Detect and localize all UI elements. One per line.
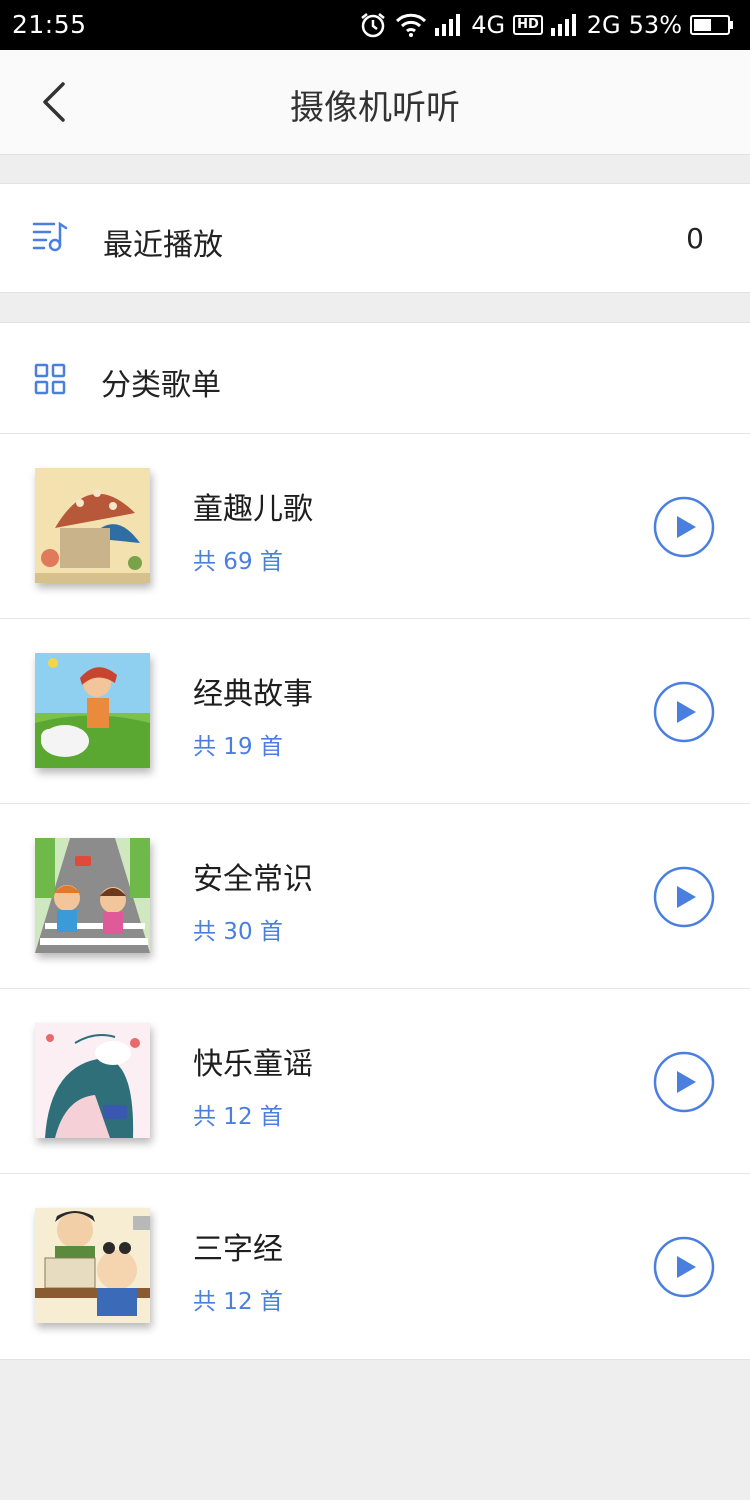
battery-icon [690,14,734,36]
playlist-title: 经典故事 [193,677,313,712]
network-2g-label: 2G [586,11,621,39]
category-playlists-label: 分类歌单 [101,368,221,403]
network-4g-label: 4G [471,11,506,39]
page-title: 摄像机听听 [290,88,460,128]
play-button[interactable] [653,1051,715,1113]
play-icon [653,681,715,743]
playlist-cover-safety [35,838,150,953]
playlist-count: 共 12 首 [193,1289,283,1315]
status-bar: 21:55 4G HD 2G 53% [0,0,750,50]
playlist-item[interactable]: 三字经 共 12 首 [0,1174,750,1359]
playlist-item[interactable]: 童趣儿歌 共 69 首 [0,434,750,619]
playlist-count: 共 69 首 [193,549,283,575]
music-list-icon [32,220,68,256]
playlist-cover-story [35,653,150,768]
status-icons: 4G HD 2G 53% [359,8,734,42]
playlist-cover-mushroom [35,468,150,583]
playlist-cover-classic [35,1208,150,1323]
play-icon [653,866,715,928]
recent-played-row[interactable]: 最近播放 0 [0,183,750,293]
play-button[interactable] [653,1236,715,1298]
signal-icon [435,14,463,36]
playlist-count: 共 19 首 [193,734,283,760]
playlist-title: 童趣儿歌 [193,492,313,527]
app-header: 摄像机听听 [0,50,750,155]
alarm-icon [359,11,387,39]
playlist-count: 共 30 首 [193,919,283,945]
play-button[interactable] [653,681,715,743]
status-time: 21:55 [12,10,87,39]
recent-played-label: 最近播放 [103,228,223,263]
category-playlists-header: 分类歌单 [0,322,750,434]
playlist-list: 童趣儿歌 共 69 首 经典故事 共 19 首 安全常识 共 30 首 快乐童谣… [0,434,750,1360]
playlist-item[interactable]: 快乐童谣 共 12 首 [0,989,750,1174]
signal-icon-2 [550,14,579,36]
hd-badge: HD [513,15,543,35]
wifi-icon [395,12,427,38]
playlist-cover-rhymes [35,1023,150,1138]
play-icon [653,1236,715,1298]
playlist-item[interactable]: 经典故事 共 19 首 [0,619,750,804]
play-button[interactable] [653,866,715,928]
battery-percent: 53% [628,11,682,39]
grid-icon [34,363,66,399]
recent-played-count: 0 [686,222,704,255]
playlist-item[interactable]: 安全常识 共 30 首 [0,804,750,989]
playlist-title: 安全常识 [193,862,313,897]
playlist-title: 快乐童谣 [193,1047,313,1082]
playlist-count: 共 12 首 [193,1104,283,1130]
play-icon [653,1051,715,1113]
play-icon [653,496,715,558]
play-button[interactable] [653,496,715,558]
playlist-title: 三字经 [193,1232,283,1267]
